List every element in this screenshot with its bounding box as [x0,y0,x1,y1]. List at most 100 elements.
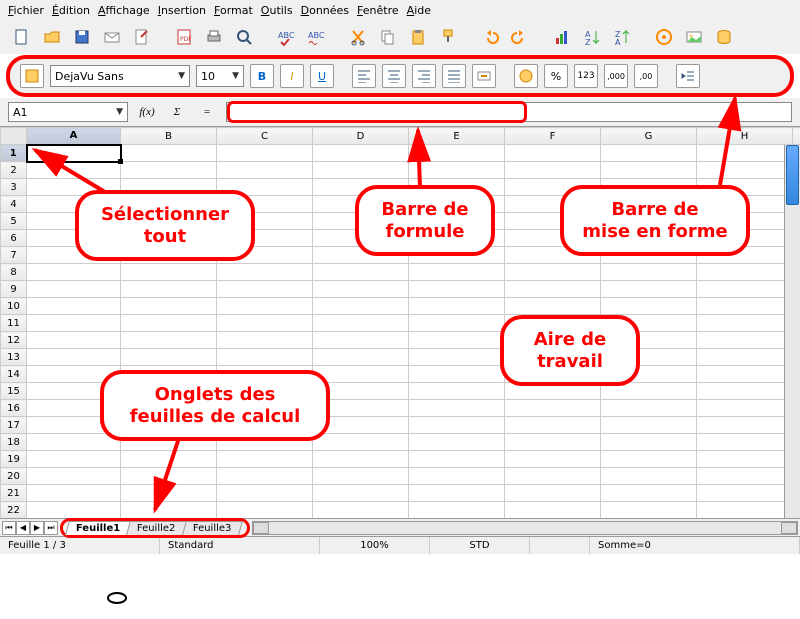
align-center-icon[interactable] [382,64,406,88]
select-all-corner[interactable] [1,128,27,145]
callout-sheet-tabs: Onglets desfeuilles de calcul [100,370,330,441]
spellcheck-icon[interactable]: ABC [274,25,298,49]
menu-format[interactable]: Format [214,4,253,17]
print-icon[interactable] [202,25,226,49]
row-header[interactable]: 18 [1,434,27,451]
chart-icon[interactable] [550,25,574,49]
row-header[interactable]: 1 [1,145,27,162]
bold-button[interactable]: B [250,64,274,88]
italic-button[interactable]: I [280,64,304,88]
col-header-F[interactable]: F [505,128,601,145]
gallery-icon[interactable] [682,25,706,49]
pdf-icon[interactable]: PDF [172,25,196,49]
row-header[interactable]: 2 [1,162,27,179]
format-paint-icon[interactable] [436,25,460,49]
tab-prev-icon[interactable]: ◀ [16,521,30,535]
sheet-tab-1[interactable]: Feuille1 [65,521,131,535]
cut-icon[interactable] [346,25,370,49]
equals-icon[interactable]: = [196,102,218,122]
font-size-select[interactable]: 10▼ [196,65,244,87]
row-header[interactable]: 20 [1,468,27,485]
add-decimal-icon[interactable]: ,000 [604,64,628,88]
sheet-tab-3[interactable]: Feuille3 [182,521,242,535]
align-right-icon[interactable] [412,64,436,88]
function-wizard-icon[interactable]: f(x) [136,102,158,122]
row-header[interactable]: 19 [1,451,27,468]
number-fmt-icon[interactable]: 123 [574,64,598,88]
undo-icon[interactable] [478,25,502,49]
row-header[interactable]: 15 [1,383,27,400]
col-header-H[interactable]: H [697,128,793,145]
status-zoom[interactable]: 100% [320,537,430,554]
sort-desc-icon[interactable]: ZA [610,25,634,49]
font-name-select[interactable]: DejaVu Sans▼ [50,65,190,87]
sort-asc-icon[interactable]: AZ [580,25,604,49]
open-icon[interactable] [40,25,64,49]
formula-input[interactable] [226,102,792,122]
col-header-C[interactable]: C [217,128,313,145]
new-doc-icon[interactable] [10,25,34,49]
decrease-indent-icon[interactable] [676,64,700,88]
row-header[interactable]: 13 [1,349,27,366]
col-header-G[interactable]: G [601,128,697,145]
navigator-icon[interactable] [652,25,676,49]
menu-window[interactable]: Fenêtre [357,4,399,17]
col-header-I[interactable]: I [793,128,800,145]
paste-icon[interactable] [406,25,430,49]
edit-doc-icon[interactable] [130,25,154,49]
row-header[interactable]: 12 [1,332,27,349]
styles-icon[interactable] [20,64,44,88]
menu-edit[interactable]: Édition [52,4,90,17]
autospell-icon[interactable]: ABC [304,25,328,49]
row-header[interactable]: 3 [1,179,27,196]
save-icon[interactable] [70,25,94,49]
row-header[interactable]: 21 [1,485,27,502]
row-header[interactable]: 22 [1,502,27,519]
menu-insert[interactable]: Insertion [158,4,206,17]
tab-next-icon[interactable]: ▶ [30,521,44,535]
datasource-icon[interactable] [712,25,736,49]
align-left-icon[interactable] [352,64,376,88]
row-header[interactable]: 5 [1,213,27,230]
menu-file[interactable]: Fichier [8,4,44,17]
menu-view[interactable]: Affichage [98,4,150,17]
tab-last-icon[interactable]: ⏭ [44,521,58,535]
menu-data[interactable]: Données [301,4,349,17]
copy-icon[interactable] [376,25,400,49]
remove-decimal-icon[interactable]: ,00 [634,64,658,88]
row-header[interactable]: 7 [1,247,27,264]
mail-icon[interactable] [100,25,124,49]
col-header-D[interactable]: D [313,128,409,145]
status-sheet: Feuille 1 / 3 [0,537,160,554]
row-header[interactable]: 8 [1,264,27,281]
row-header[interactable]: 11 [1,315,27,332]
cell-A1[interactable] [27,145,121,162]
sum-icon[interactable]: Σ [166,102,188,122]
sheet-tab-2[interactable]: Feuille2 [126,521,186,535]
underline-button[interactable]: U [310,64,334,88]
preview-icon[interactable] [232,25,256,49]
callout-select-all: Sélectionnertout [75,190,255,261]
tab-first-icon[interactable]: ⏮ [2,521,16,535]
menu-help[interactable]: Aide [407,4,431,17]
align-justify-icon[interactable] [442,64,466,88]
menu-tools[interactable]: Outils [261,4,293,17]
redo-icon[interactable] [508,25,532,49]
horizontal-scrollbar[interactable] [252,521,798,535]
row-header[interactable]: 4 [1,196,27,213]
col-header-E[interactable]: E [409,128,505,145]
row-header[interactable]: 16 [1,400,27,417]
row-header[interactable]: 6 [1,230,27,247]
row-header[interactable]: 14 [1,366,27,383]
status-bar: Feuille 1 / 3 Standard 100% STD Somme=0 [0,536,800,554]
row-header[interactable]: 10 [1,298,27,315]
merge-cells-icon[interactable] [472,64,496,88]
col-header-B[interactable]: B [121,128,217,145]
percent-icon[interactable]: % [544,64,568,88]
vertical-scrollbar[interactable] [784,145,800,518]
currency-icon[interactable] [514,64,538,88]
cell-reference-box[interactable]: A1▼ [8,102,128,122]
col-header-A[interactable]: A [27,128,121,145]
row-header[interactable]: 17 [1,417,27,434]
row-header[interactable]: 9 [1,281,27,298]
